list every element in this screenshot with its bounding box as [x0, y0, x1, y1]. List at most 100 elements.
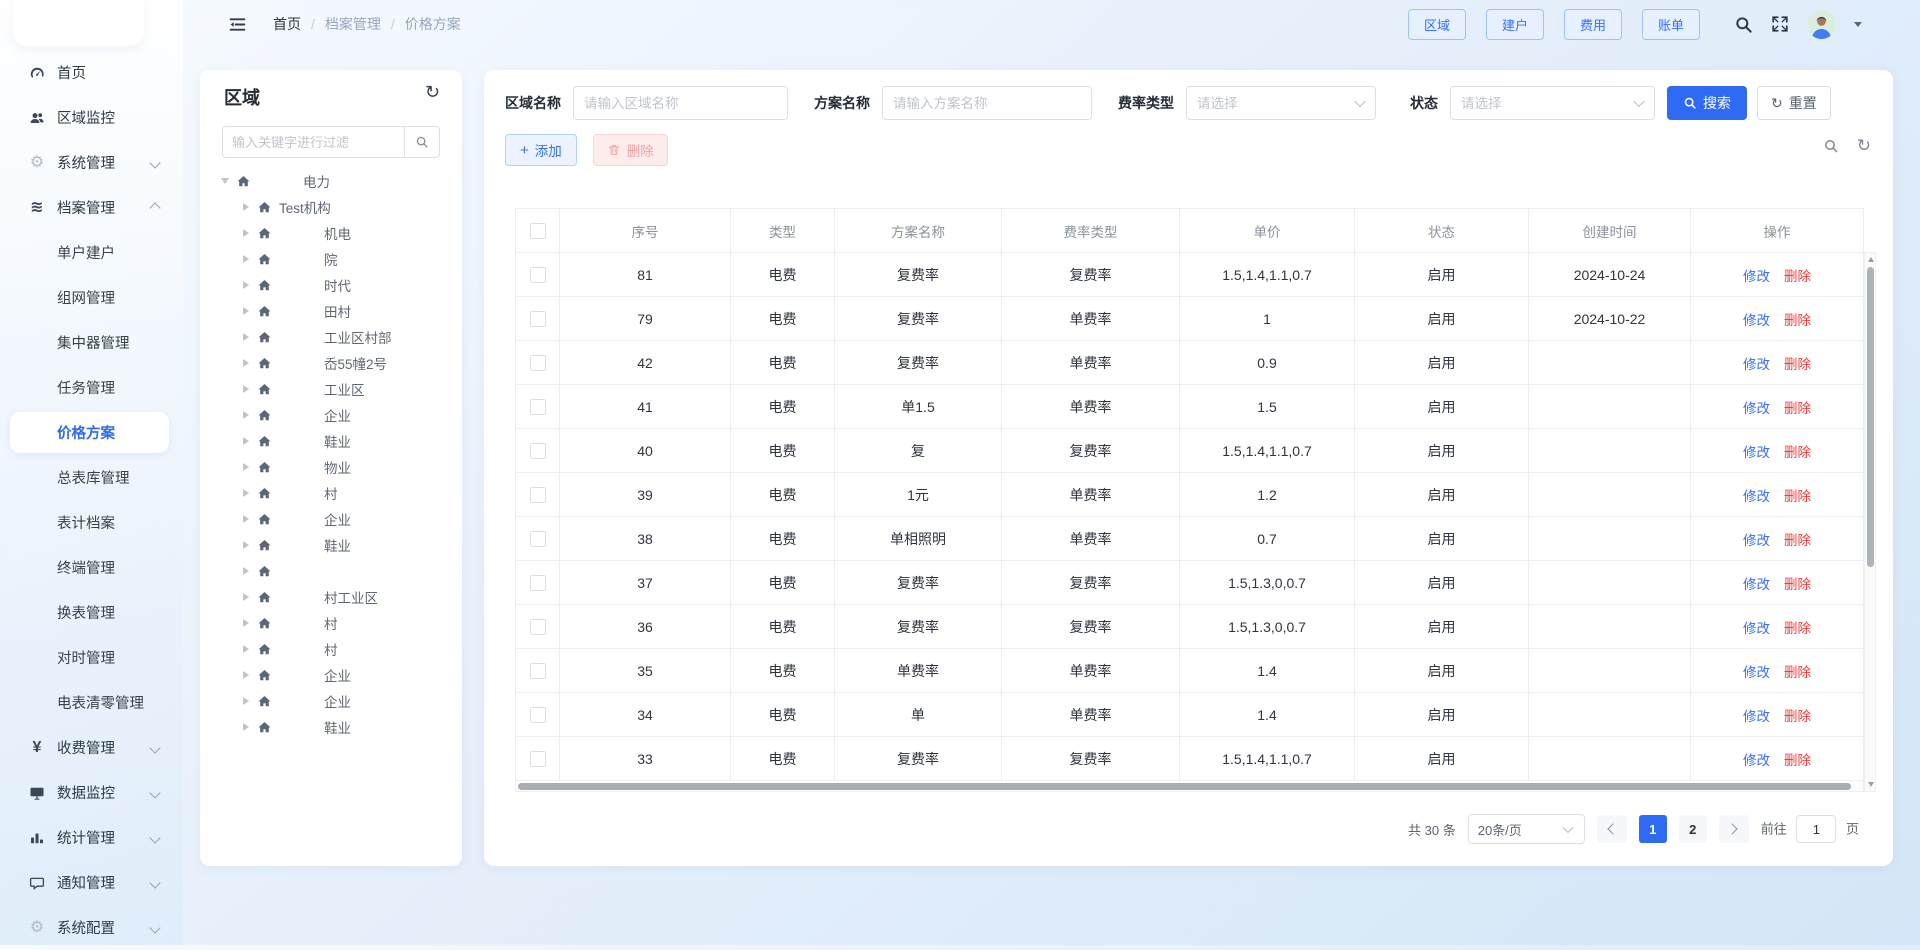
chevron-down-icon[interactable] — [1854, 22, 1862, 27]
tree-caret-icon[interactable] — [243, 697, 249, 705]
row-checkbox[interactable] — [530, 663, 546, 679]
page-size-select[interactable]: 20条/页 — [1468, 814, 1585, 844]
tree-caret-icon[interactable] — [243, 437, 249, 445]
tree-caret-icon[interactable] — [243, 281, 249, 289]
delete-link[interactable]: 删除 — [1784, 309, 1811, 329]
vertical-scrollbar-thumb[interactable] — [1867, 267, 1874, 567]
edit-link[interactable]: 修改 — [1743, 265, 1770, 285]
refresh-icon[interactable]: ↻ — [1857, 137, 1871, 154]
tree-node[interactable]: 田村 — [216, 298, 454, 324]
sidebar-item-region-monitor[interactable]: 区域监控 — [0, 95, 183, 140]
tree-node[interactable]: 村 — [216, 636, 454, 662]
tree-node[interactable]: 工业区 — [216, 376, 454, 402]
delete-link[interactable]: 删除 — [1784, 485, 1811, 505]
tree-caret-icon[interactable] — [243, 307, 249, 315]
tree-node[interactable]: 企业 — [216, 662, 454, 688]
tree-caret-icon[interactable] — [243, 411, 249, 419]
sidebar-item-master-meter-lib[interactable]: 总表库管理 — [0, 455, 183, 500]
tree-caret-icon[interactable] — [243, 619, 249, 627]
tree-node[interactable]: 院 — [216, 246, 454, 272]
horizontal-scrollbar[interactable] — [516, 781, 1863, 791]
tree-node[interactable]: 鞋业 — [216, 428, 454, 454]
tree-caret-icon[interactable] — [243, 463, 249, 471]
edit-link[interactable]: 修改 — [1743, 617, 1770, 637]
tree-node[interactable]: 企业 — [216, 506, 454, 532]
tree-node[interactable]: 电力 — [216, 168, 454, 194]
row-checkbox[interactable] — [530, 399, 546, 415]
sidebar-item-notice-mgmt[interactable]: 通知管理 — [0, 860, 183, 905]
sidebar-item-meter-change-mgmt[interactable]: 换表管理 — [0, 590, 183, 635]
delete-link[interactable]: 删除 — [1784, 705, 1811, 725]
sidebar-item-home[interactable]: 首页 — [0, 50, 183, 95]
delete-button[interactable]: 删除 — [593, 134, 668, 166]
tree-caret-icon[interactable] — [243, 229, 249, 237]
delete-link[interactable]: 删除 — [1784, 617, 1811, 637]
sidebar-item-single-account[interactable]: 单户建户 — [0, 230, 183, 275]
sidebar-item-network-mgmt[interactable]: 组网管理 — [0, 275, 183, 320]
sidebar-item-billing-mgmt[interactable]: ¥ 收费管理 — [0, 725, 183, 770]
tree-node[interactable]: 时代 — [216, 272, 454, 298]
tree-caret-icon[interactable] — [243, 489, 249, 497]
tree-caret-icon[interactable] — [243, 203, 249, 211]
horizontal-scrollbar-thumb[interactable] — [518, 783, 1851, 790]
row-checkbox[interactable] — [530, 707, 546, 723]
region-name-input[interactable] — [573, 86, 788, 120]
quick-button-bill[interactable]: 账单 — [1642, 9, 1700, 40]
sidebar-item-concentrator-mgmt[interactable]: 集中器管理 — [0, 320, 183, 365]
sidebar-item-meter-reset-mgmt[interactable]: 电表清零管理 — [0, 680, 183, 725]
tree-filter-input[interactable] — [222, 126, 404, 158]
goto-page-input[interactable] — [1796, 815, 1836, 843]
search-icon[interactable] — [1734, 15, 1753, 34]
tree-caret-icon[interactable] — [243, 567, 249, 575]
row-checkbox[interactable] — [530, 575, 546, 591]
rate-type-select[interactable] — [1186, 86, 1376, 120]
edit-link[interactable]: 修改 — [1743, 397, 1770, 417]
edit-link[interactable]: 修改 — [1743, 529, 1770, 549]
tree-node[interactable]: 村工业区 — [216, 584, 454, 610]
tree-node[interactable] — [216, 558, 454, 584]
delete-link[interactable]: 删除 — [1784, 529, 1811, 549]
delete-link[interactable]: 删除 — [1784, 397, 1811, 417]
breadcrumb-archive[interactable]: 档案管理 — [325, 14, 381, 34]
tree-caret-icon[interactable] — [243, 359, 249, 367]
tree-node[interactable]: 企业 — [216, 688, 454, 714]
select-all-checkbox[interactable] — [530, 223, 546, 239]
quick-button-fee[interactable]: 费用 — [1564, 9, 1622, 40]
tree-node[interactable]: 鞋业 — [216, 532, 454, 558]
delete-link[interactable]: 删除 — [1784, 353, 1811, 373]
quick-button-region[interactable]: 区域 — [1408, 9, 1466, 40]
page-button-2[interactable]: 2 — [1679, 815, 1707, 843]
status-select[interactable] — [1450, 86, 1655, 120]
delete-link[interactable]: 删除 — [1784, 749, 1811, 769]
tree-caret-icon[interactable] — [243, 333, 249, 341]
menu-collapse-icon[interactable] — [228, 15, 247, 34]
scroll-down-arrow[interactable] — [1868, 782, 1874, 787]
tree-caret-icon[interactable] — [243, 541, 249, 549]
tree-caret-icon[interactable] — [243, 671, 249, 679]
sidebar-item-time-sync-mgmt[interactable]: 对时管理 — [0, 635, 183, 680]
avatar[interactable] — [1807, 10, 1836, 39]
sidebar-item-data-monitor[interactable]: 数据监控 — [0, 770, 183, 815]
sidebar-item-terminal-mgmt[interactable]: 终端管理 — [0, 545, 183, 590]
refresh-icon[interactable]: ↻ — [425, 83, 440, 101]
edit-link[interactable]: 修改 — [1743, 573, 1770, 593]
tree-node[interactable]: 企业 — [216, 402, 454, 428]
quick-button-account[interactable]: 建户 — [1486, 9, 1544, 40]
prev-page-button[interactable] — [1597, 815, 1627, 843]
tree-node[interactable]: 鞋业 — [216, 714, 454, 740]
tree-caret-icon[interactable] — [243, 385, 249, 393]
sidebar-item-meter-archive[interactable]: 表计档案 — [0, 500, 183, 545]
row-checkbox[interactable] — [530, 619, 546, 635]
fullscreen-icon[interactable] — [1771, 15, 1789, 33]
tree-filter-search-button[interactable] — [404, 126, 440, 158]
vertical-scrollbar[interactable] — [1864, 252, 1876, 792]
search-icon[interactable] — [1823, 138, 1839, 154]
edit-link[interactable]: 修改 — [1743, 705, 1770, 725]
row-checkbox[interactable] — [530, 487, 546, 503]
sidebar-item-system-mgmt[interactable]: ⚙ 系统管理 — [0, 140, 183, 185]
sidebar-item-price-plan[interactable]: 价格方案 — [10, 412, 169, 453]
breadcrumb-home[interactable]: 首页 — [273, 14, 301, 34]
row-checkbox[interactable] — [530, 531, 546, 547]
tree-node[interactable]: Test机构 — [216, 194, 454, 220]
tree-caret-icon[interactable] — [243, 593, 249, 601]
